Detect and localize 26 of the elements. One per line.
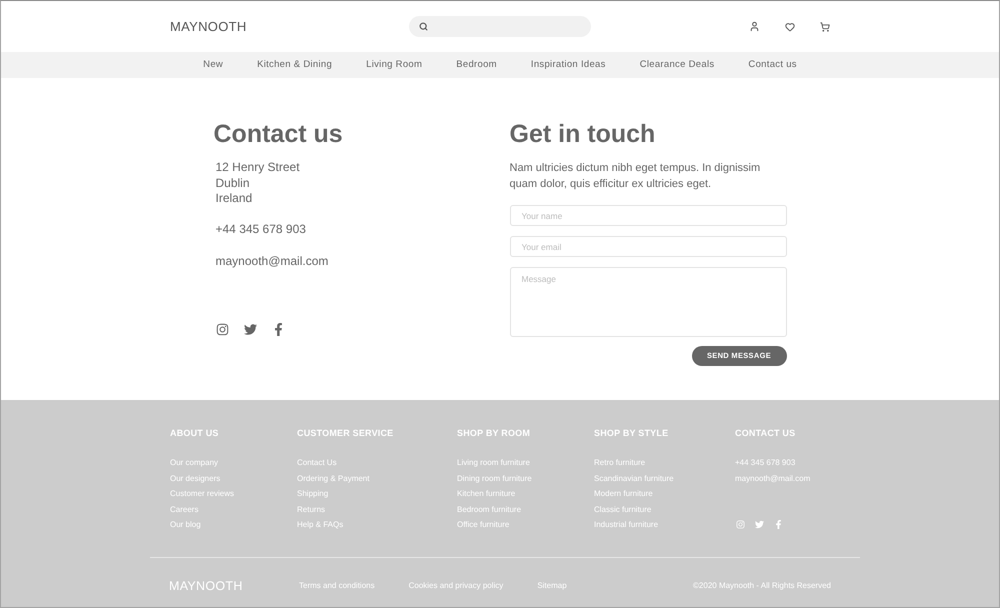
- heart-icon[interactable]: [785, 22, 795, 32]
- instagram-icon[interactable]: [216, 323, 228, 336]
- search-field[interactable]: [409, 16, 591, 37]
- intro-text: Nam ultricies dictum nibh eget tempus. In dignissim quam dolor, quis efficitur ex ultricies eget.: [510, 161, 762, 192]
- twitter-icon[interactable]: [244, 323, 256, 336]
- address-line: Ireland: [216, 191, 252, 206]
- cart-icon[interactable]: [820, 22, 830, 32]
- nav-link[interactable]: Bedroom: [456, 58, 497, 72]
- nav-link[interactable]: Clearance Deals: [640, 58, 714, 72]
- address-line: 12 Henry Street: [216, 160, 300, 176]
- user-icon[interactable]: [749, 21, 760, 32]
- nav-link[interactable]: Kitchen & Dining: [257, 58, 332, 72]
- page-heading: Contact us: [214, 119, 343, 149]
- nav-link[interactable]: Contact us: [748, 58, 797, 72]
- email-address: maynooth@mail.com: [216, 254, 328, 269]
- phone-number: +44 345 678 903: [216, 222, 306, 238]
- form-heading: Get in touch: [510, 119, 656, 149]
- nav-link[interactable]: Living Room: [366, 58, 422, 72]
- nav-link[interactable]: Inspiration Ideas: [530, 58, 606, 72]
- input-field[interactable]: Your name: [510, 205, 786, 226]
- address-line: Dublin: [216, 176, 250, 191]
- search-icon: [419, 22, 428, 31]
- brand-logo[interactable]: MAYNOOTH: [170, 16, 247, 36]
- message-field[interactable]: Message: [510, 267, 786, 337]
- nav-link[interactable]: New: [203, 58, 224, 72]
- input-field[interactable]: Your email: [510, 236, 786, 257]
